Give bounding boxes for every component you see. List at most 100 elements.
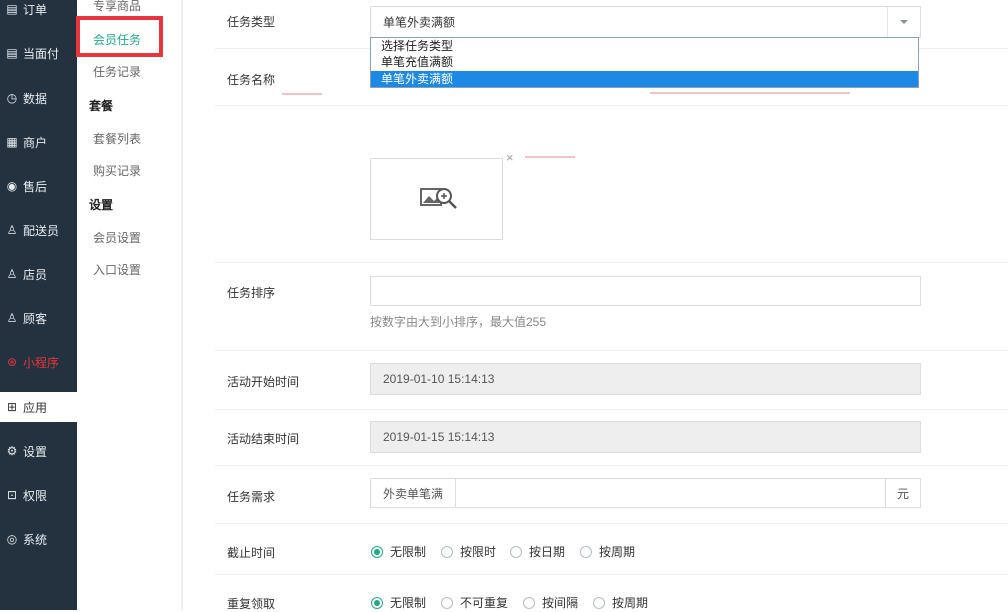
pay-icon: ▤ — [6, 46, 18, 60]
radio-label: 按日期 — [529, 545, 566, 559]
subnav-item-package-list[interactable]: 套餐列表 — [93, 130, 141, 147]
radio-dot — [580, 545, 592, 558]
redaction-mark — [282, 93, 322, 95]
radio-label: 按间隔 — [542, 596, 579, 610]
sidebar-item-after-sale[interactable]: ◉ 售后 — [0, 171, 77, 201]
repeat-radio-period[interactable]: 按周期 — [593, 594, 648, 611]
radio-dot — [510, 545, 522, 558]
sidebar-item-label: 当面付 — [23, 46, 60, 61]
start-time-label: 活动开始时间 — [227, 375, 300, 389]
sidebar-item-pay[interactable]: ▤ 当面付 — [0, 38, 77, 68]
select-arrow-box[interactable] — [887, 7, 920, 37]
sidebar-item-label: 商户 — [23, 135, 48, 150]
sidebar-item-label: 顾客 — [23, 311, 48, 326]
radio-dot — [441, 545, 453, 558]
radio-dot — [593, 596, 605, 609]
subnav-item-purchase-record[interactable]: 购买记录 — [93, 162, 141, 179]
customer-icon: ♙ — [6, 311, 18, 325]
subnav-item-exclusive-goods[interactable]: 专享商品 — [93, 0, 141, 14]
add-image-icon — [420, 188, 457, 209]
image-uploader[interactable] — [370, 158, 503, 240]
end-time-input: 2019-01-15 15:14:13 — [370, 421, 921, 453]
row-divider — [215, 105, 1008, 106]
sidebar-item-clerk[interactable]: ♙ 店员 — [0, 259, 77, 289]
radio-label: 按周期 — [612, 596, 649, 610]
radio-dot — [371, 545, 383, 558]
task-type-dropdown: 选择任务类型 单笔充值满额 单笔外卖满额 — [370, 37, 919, 88]
sub-sidebar — [77, 0, 183, 610]
task-type-select[interactable]: 单笔外卖满额 — [370, 6, 921, 38]
end-time-value: 2019-01-15 15:14:13 — [383, 430, 495, 444]
deadline-radio-by-time[interactable]: 按限时 — [441, 543, 496, 560]
after-sale-icon: ◉ — [6, 179, 18, 193]
sidebar-item-label: 订单 — [23, 2, 48, 17]
dropdown-option[interactable]: 选择任务类型 — [371, 38, 918, 54]
sidebar-item-lock[interactable]: ⊡ 权限 — [0, 480, 77, 510]
radio-dot — [441, 596, 453, 609]
subnav-group-settings: 设置 — [89, 198, 114, 212]
sidebar-item-label: 数据 — [23, 91, 48, 106]
sidebar-item-label: 系统 — [23, 532, 48, 547]
repeat-radio-no-repeat[interactable]: 不可重复 — [441, 594, 508, 611]
annotation-highlight-box — [76, 16, 163, 57]
task-sort-label: 任务排序 — [227, 286, 276, 300]
radio-dot — [523, 596, 535, 609]
sidebar-item-apps[interactable]: ⊞ 应用 — [0, 392, 77, 422]
deadline-radio-by-period[interactable]: 按周期 — [580, 543, 635, 560]
clerk-icon: ♙ — [6, 267, 18, 281]
radio-label: 按周期 — [599, 545, 636, 559]
subnav-item-member-settings[interactable]: 会员设置 — [93, 229, 141, 246]
sidebar-item-miniprogram[interactable]: ⊛ 小程序 — [0, 347, 77, 377]
row-divider — [215, 523, 1008, 524]
data-icon: ◷ — [6, 91, 18, 105]
dropdown-option-selected[interactable]: 单笔外卖满额 — [371, 71, 918, 87]
repeat-label: 重复领取 — [227, 597, 276, 611]
sidebar-item-customer[interactable]: ♙ 顾客 — [0, 303, 77, 333]
deadline-radio-by-date[interactable]: 按日期 — [510, 543, 565, 560]
close-icon[interactable]: × — [506, 150, 514, 165]
task-type-label: 任务类型 — [227, 15, 276, 29]
task-sort-input[interactable] — [370, 276, 921, 306]
subnav-item-task-record[interactable]: 任务记录 — [93, 63, 141, 80]
radio-label: 无限制 — [390, 545, 427, 559]
miniprogram-icon: ⊛ — [6, 355, 18, 369]
requirement-prefix: 外卖单笔满 — [371, 479, 456, 507]
subnav-group-package: 套餐 — [89, 99, 114, 113]
chevron-down-icon — [900, 20, 908, 24]
radio-dot — [371, 596, 383, 609]
deadline-radio-unlimited[interactable]: 无限制 — [371, 543, 426, 560]
system-icon: ◎ — [6, 532, 18, 546]
courier-icon: ♙ — [6, 223, 18, 237]
sidebar-item-store[interactable]: ▦ 商户 — [0, 127, 77, 157]
repeat-radio-unlimited[interactable]: 无限制 — [371, 594, 426, 611]
sidebar-item-label: 设置 — [23, 444, 48, 459]
sidebar-item-label: 权限 — [23, 488, 48, 503]
radio-label: 按限时 — [460, 545, 497, 559]
task-type-value: 单笔外卖满额 — [383, 15, 456, 30]
row-divider — [215, 350, 1008, 351]
redaction-mark — [650, 92, 850, 94]
task-name-label: 任务名称 — [227, 73, 276, 87]
radio-label: 无限制 — [390, 596, 427, 610]
task-sort-hint: 按数字由大到小排序，最大值255 — [370, 315, 547, 329]
sidebar-item-label: 店员 — [23, 267, 48, 282]
requirement-input-group: 外卖单笔满 元 — [370, 478, 921, 508]
sidebar-item-gear[interactable]: ⚙ 设置 — [0, 436, 77, 466]
sidebar-item-system[interactable]: ◎ 系统 — [0, 524, 77, 554]
repeat-radio-interval[interactable]: 按间隔 — [523, 594, 578, 611]
requirement-amount-input[interactable] — [456, 479, 884, 507]
sidebar-item-label: 应用 — [23, 400, 48, 415]
subnav-item-entry-settings[interactable]: 入口设置 — [93, 261, 141, 278]
start-time-value: 2019-01-10 15:14:13 — [383, 372, 495, 386]
requirement-suffix: 元 — [885, 479, 920, 507]
sidebar-item-order[interactable]: ▤ 订单 — [0, 0, 77, 24]
row-divider — [215, 409, 1008, 410]
sidebar-item-data[interactable]: ◷ 数据 — [0, 83, 77, 113]
row-divider — [215, 574, 1008, 575]
sidebar-item-courier[interactable]: ♙ 配送员 — [0, 215, 77, 245]
sidebar-item-label: 配送员 — [23, 223, 60, 238]
sub-sidebar-divider — [181, 0, 183, 610]
row-divider — [215, 262, 1008, 263]
start-time-input: 2019-01-10 15:14:13 — [370, 363, 921, 395]
dropdown-option[interactable]: 单笔充值满额 — [371, 54, 918, 70]
